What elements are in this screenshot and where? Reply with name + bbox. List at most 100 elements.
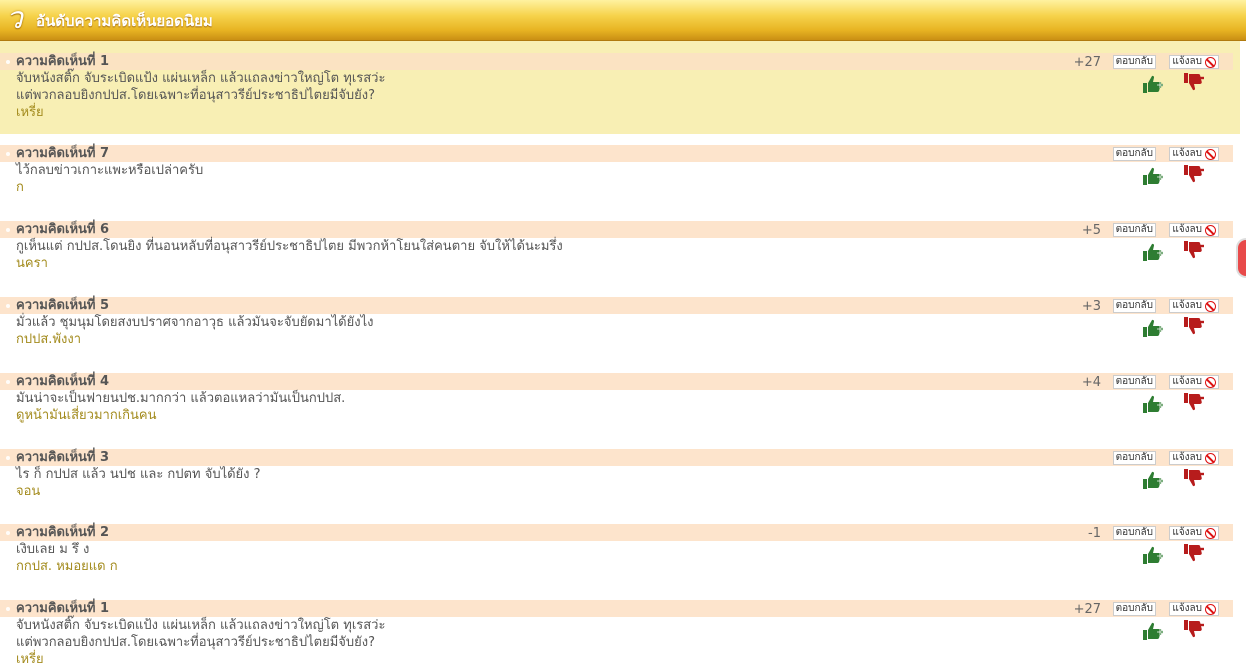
report-button[interactable]: แจ้งลบ [1169, 147, 1219, 161]
thumbs-up-plus-icon[interactable] [1142, 318, 1164, 338]
comment-item: ความคิดเห็นที่ 1 +27 ตอบกลับ แจ้งลบ จับห… [0, 41, 1240, 134]
comment-number: ความคิดเห็นที่ 1 [16, 54, 110, 69]
comment-number: ความคิดเห็นที่ 5 [16, 298, 110, 313]
ban-icon [1205, 57, 1216, 68]
comment-text: ไร ก็ กปปส แล้ว นปช และ กปตท จับได้ยัง ? [16, 467, 261, 482]
thumbs-up-plus-icon[interactable] [1142, 394, 1164, 414]
report-button[interactable]: แจ้งลบ [1169, 451, 1219, 465]
thumbs-down-minus-icon[interactable] [1183, 619, 1205, 639]
reply-button[interactable]: ตอบกลับ [1112, 375, 1156, 389]
thumbs-up-plus-icon[interactable] [1142, 545, 1164, 565]
comment-text: เงิบเลย ม รึ ง [16, 542, 90, 557]
comment-text: ไว้กลบข่าวเกาะแพะหรือเปล่าครับ [16, 163, 204, 178]
reply-button[interactable]: ตอบกลับ [1112, 147, 1156, 161]
report-label: แจ้งลบ [1172, 224, 1202, 235]
bullet-icon [6, 607, 10, 611]
report-label: แจ้งลบ [1172, 56, 1202, 67]
thumbs-down-minus-icon[interactable] [1183, 392, 1205, 412]
comment-text: มั่วแล้ว ชุมนุมโดยสงบปราศจากอาวุธ แล้วมั… [16, 315, 374, 330]
bullet-icon [6, 152, 10, 156]
thumbs-down-minus-icon[interactable] [1183, 543, 1205, 563]
report-label: แจ้งลบ [1172, 603, 1202, 614]
page-header: ว อันดับความคิดเห็นยอดนิยม [0, 0, 1246, 41]
comment-author[interactable]: เหรี่ย [16, 651, 44, 668]
report-button[interactable]: แจ้งลบ [1169, 526, 1219, 540]
thumbs-up-plus-icon[interactable] [1142, 74, 1164, 94]
comment-text: มันน่าจะเป็นฟายนปช.มากกว่า แล้วตอแหลว่าม… [16, 391, 346, 406]
comment-score: +4 [1081, 375, 1101, 390]
comment-header-bar: ความคิดเห็นที่ 2 -1 ตอบกลับ แจ้งลบ [0, 524, 1233, 541]
thumbs-down-minus-icon[interactable] [1183, 240, 1205, 260]
comment-text: จับหนังสติ๊ก จับระเบิดแป้ง แผ่นเหล็ก แล้… [16, 71, 386, 86]
comment-header-bar: ความคิดเห็นที่ 4 +4 ตอบกลับ แจ้งลบ [0, 373, 1233, 390]
comment-author[interactable]: จอน [16, 483, 40, 500]
comment-score: +5 [1081, 223, 1101, 238]
comment-item: ความคิดเห็นที่ 6 +5 ตอบกลับ แจ้งลบ กูเห็… [0, 221, 1240, 295]
report-button[interactable]: แจ้งลบ [1169, 602, 1219, 616]
thumbs-down-minus-icon[interactable] [1183, 316, 1205, 336]
comment-header-bar: ความคิดเห็นที่ 6 +5 ตอบกลับ แจ้งลบ [0, 221, 1233, 238]
ban-icon [1205, 528, 1216, 539]
comment-text: กูเห็นแต่ กปปส.โดนยิง ที่นอนหลับที่อนุสา… [16, 239, 563, 254]
ban-icon [1205, 453, 1216, 464]
comment-score: -1 [1088, 526, 1101, 541]
ban-icon [1205, 377, 1216, 388]
thumbs-down-minus-icon[interactable] [1183, 468, 1205, 488]
reply-button[interactable]: ตอบกลับ [1112, 55, 1156, 69]
reply-button[interactable]: ตอบกลับ [1112, 602, 1156, 616]
bullet-icon [6, 380, 10, 384]
side-widget-fragment[interactable] [1236, 238, 1246, 278]
bullet-icon [6, 304, 10, 308]
report-label: แจ้งลบ [1172, 300, 1202, 311]
comment-number: ความคิดเห็นที่ 4 [16, 374, 110, 389]
report-button[interactable]: แจ้งลบ [1169, 223, 1219, 237]
bullet-icon [6, 531, 10, 535]
comment-author[interactable]: กกปส. หมอยแด ก [16, 558, 118, 575]
comment-score: +27 [1073, 55, 1101, 70]
comment-header-bar: ความคิดเห็นที่ 3 ตอบกลับ แจ้งลบ [0, 449, 1233, 466]
comment-author[interactable]: ก [16, 179, 24, 196]
comment-author[interactable]: ดูหน้ามันเสี่ยวมากเกินคน [16, 407, 156, 424]
bullet-icon [6, 60, 10, 64]
report-label: แจ้งลบ [1172, 148, 1202, 159]
comment-number: ความคิดเห็นที่ 3 [16, 450, 110, 465]
thumbs-up-plus-icon[interactable] [1142, 470, 1164, 490]
comment-header-bar: ความคิดเห็นที่ 1 +27 ตอบกลับ แจ้งลบ [0, 600, 1233, 617]
report-button[interactable]: แจ้งลบ [1169, 299, 1219, 313]
comment-header-bar: ความคิดเห็นที่ 7 ตอบกลับ แจ้งลบ [0, 145, 1233, 162]
comment-item: ความคิดเห็นที่ 7 ตอบกลับ แจ้งลบ ไว้กลบข่… [0, 145, 1240, 218]
comment-author[interactable]: กปปส.พังงา [16, 331, 81, 348]
comment-score: +27 [1073, 602, 1101, 617]
site-logo: ว [6, 1, 23, 36]
reply-button[interactable]: ตอบกลับ [1112, 299, 1156, 313]
thumbs-down-minus-icon[interactable] [1183, 72, 1205, 92]
thumbs-up-plus-icon[interactable] [1142, 621, 1164, 641]
comment-item: ความคิดเห็นที่ 2 -1 ตอบกลับ แจ้งลบ เงิบเ… [0, 524, 1240, 598]
comment-number: ความคิดเห็นที่ 2 [16, 525, 110, 540]
comment-number: ความคิดเห็นที่ 7 [16, 146, 110, 161]
comment-text: แต่พวกลอบยิงกปปส.โดยเฉพาะที่อนุสาวรีย์ปร… [16, 635, 376, 650]
report-label: แจ้งลบ [1172, 527, 1202, 538]
ban-icon [1205, 225, 1216, 236]
bullet-icon [6, 228, 10, 232]
comment-item: ความคิดเห็นที่ 3 ตอบกลับ แจ้งลบ ไร ก็ กป… [0, 449, 1240, 523]
comment-author[interactable]: เหรี่ย [16, 104, 44, 121]
comment-text: จับหนังสติ๊ก จับระเบิดแป้ง แผ่นเหล็ก แล้… [16, 618, 386, 633]
thumbs-up-plus-icon[interactable] [1142, 166, 1164, 186]
comment-text: แต่พวกลอบยิงกปปส.โดยเฉพาะที่อนุสาวรีย์ปร… [16, 88, 376, 103]
comment-item: ความคิดเห็นที่ 1 +27 ตอบกลับ แจ้งลบ จับห… [0, 600, 1240, 670]
comment-number: ความคิดเห็นที่ 6 [16, 222, 110, 237]
reply-button[interactable]: ตอบกลับ [1112, 526, 1156, 540]
report-button[interactable]: แจ้งลบ [1169, 55, 1219, 69]
comment-score: +3 [1081, 299, 1101, 314]
report-button[interactable]: แจ้งลบ [1169, 375, 1219, 389]
ban-icon [1205, 301, 1216, 312]
comment-item: ความคิดเห็นที่ 4 +4 ตอบกลับ แจ้งลบ มันน่… [0, 373, 1240, 447]
ban-icon [1205, 604, 1216, 615]
comment-author[interactable]: นครา [16, 255, 48, 272]
thumbs-down-minus-icon[interactable] [1183, 164, 1205, 184]
reply-button[interactable]: ตอบกลับ [1112, 451, 1156, 465]
reply-button[interactable]: ตอบกลับ [1112, 223, 1156, 237]
comment-number: ความคิดเห็นที่ 1 [16, 601, 110, 616]
thumbs-up-plus-icon[interactable] [1142, 242, 1164, 262]
